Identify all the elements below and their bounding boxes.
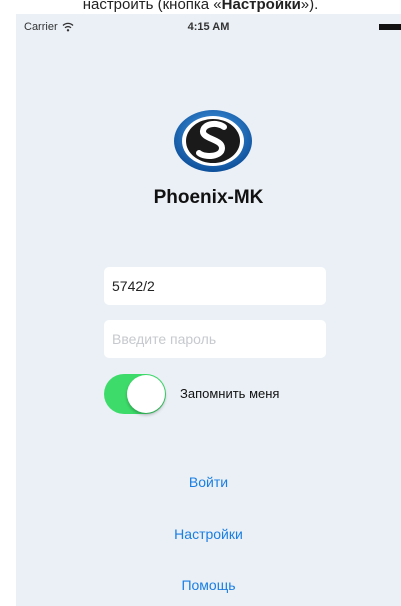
phone-screen: Carrier 4:15 AM Phoenix-MK Запомнить xyxy=(16,14,401,606)
caption-prefix: настроить (кнопка « xyxy=(82,0,222,13)
password-input[interactable] xyxy=(104,320,326,358)
remember-me-row: Запомнить меня xyxy=(104,374,364,418)
phoenix-logo-icon xyxy=(174,110,252,172)
login-input[interactable] xyxy=(104,267,326,305)
help-button[interactable]: Помощь xyxy=(16,577,401,593)
remember-me-label: Запомнить меня xyxy=(180,386,280,401)
caption-suffix: »). xyxy=(300,0,319,13)
caption-bold: Настройки xyxy=(221,0,301,13)
app-title: Phoenix-MK xyxy=(153,187,264,208)
login-button[interactable]: Войти xyxy=(16,474,401,490)
battery-icon xyxy=(379,24,401,30)
remember-me-toggle[interactable] xyxy=(104,374,166,414)
status-bar: Carrier 4:15 AM xyxy=(16,14,401,40)
status-time: 4:15 AM xyxy=(187,21,230,33)
instruction-caption: настроить (кнопка «Настройки»). xyxy=(0,0,401,14)
settings-button[interactable]: Настройки xyxy=(16,526,401,542)
toggle-knob xyxy=(127,375,165,413)
